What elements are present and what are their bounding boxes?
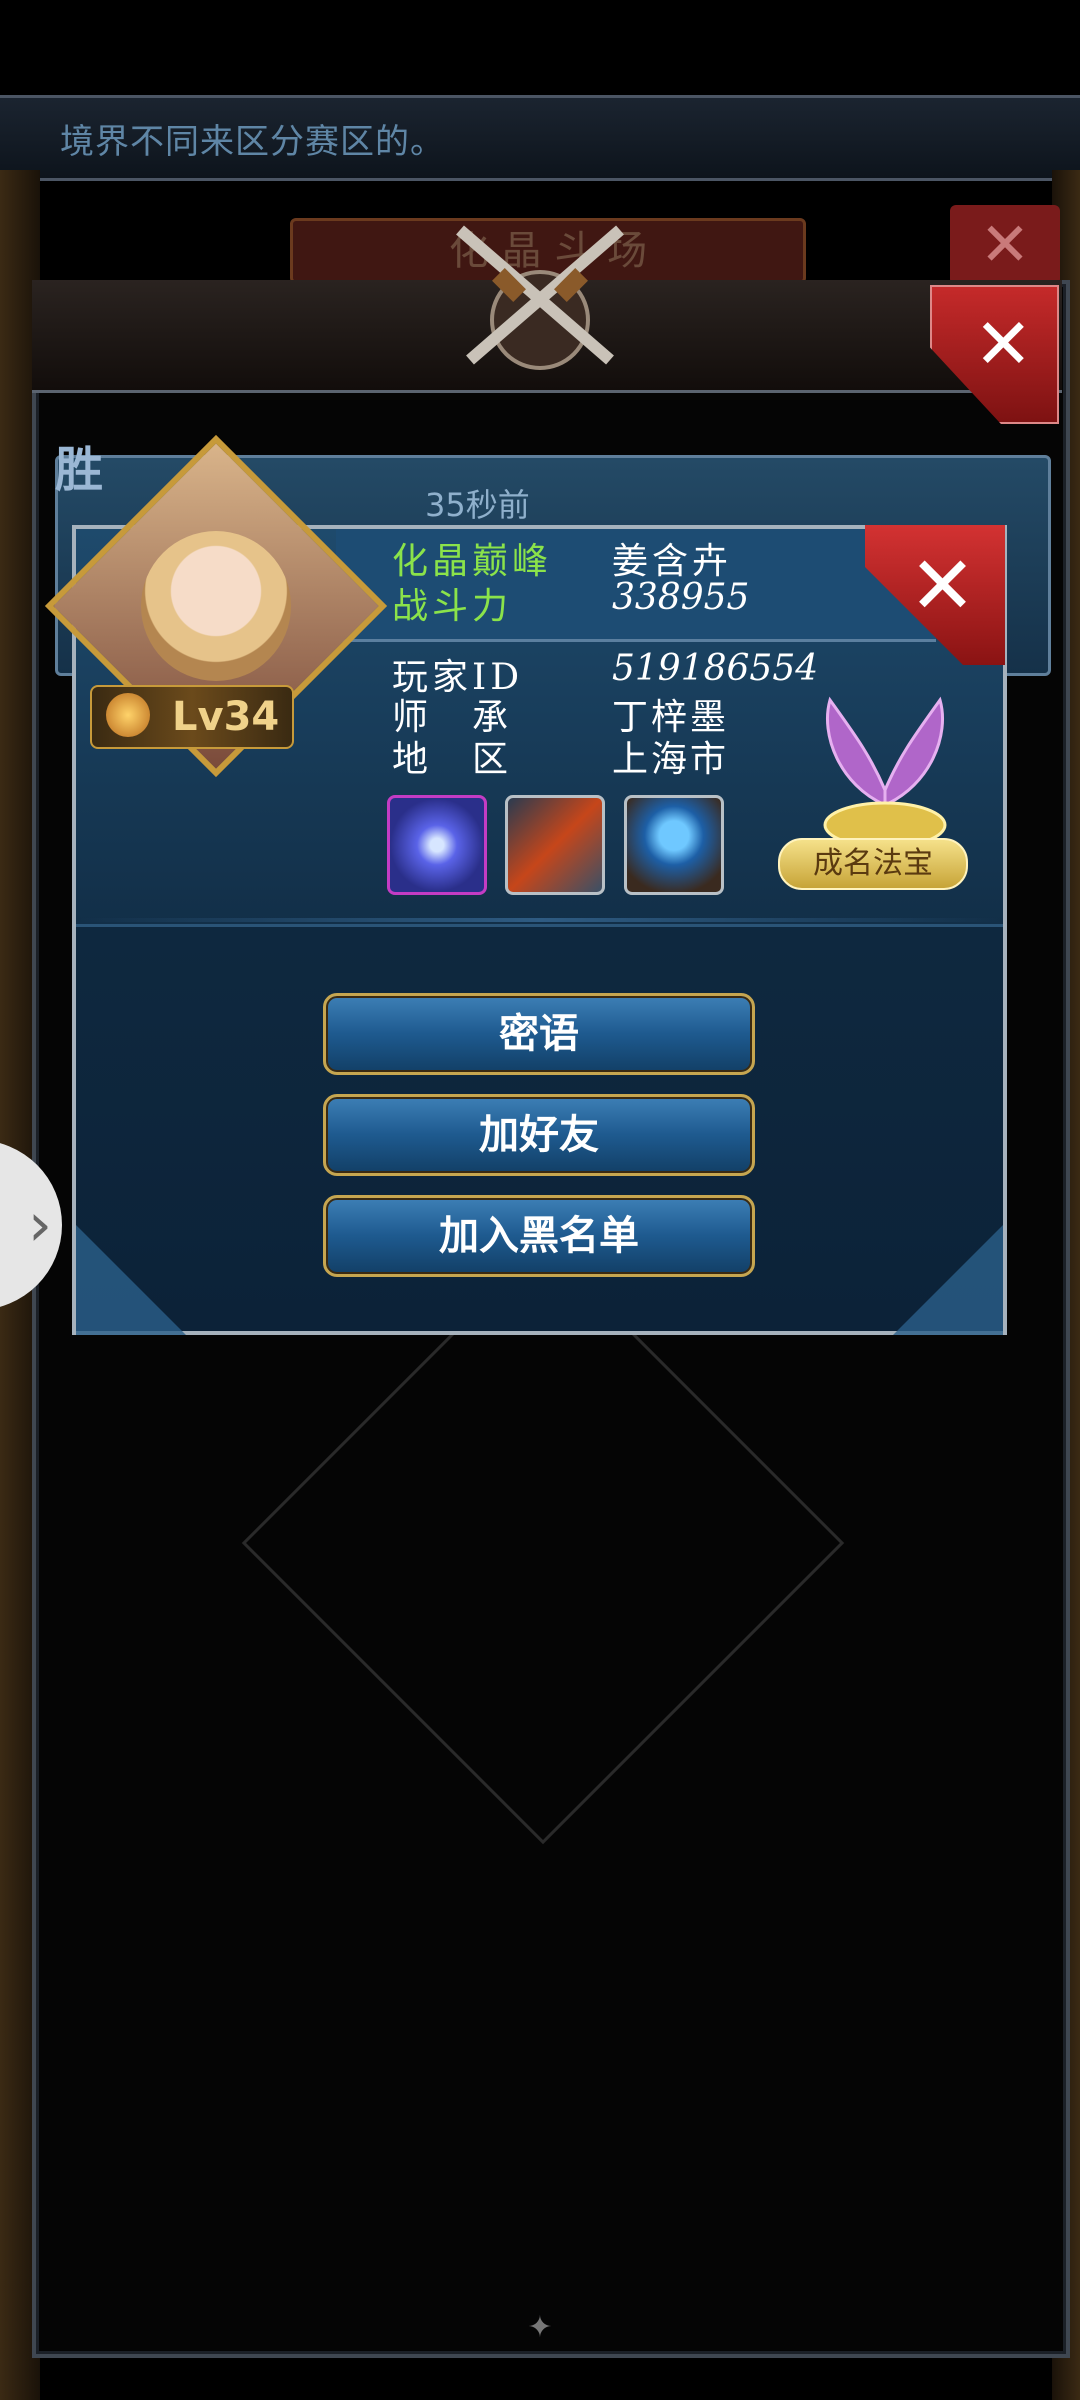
background-close-icon: ✕ (950, 205, 1060, 285)
section-divider (80, 918, 1000, 922)
chevron-right-icon: › (28, 1190, 52, 1260)
player-id-value: 519186554 (612, 648, 819, 689)
close-icon: ✕ (974, 303, 1033, 385)
avatar-portrait (141, 531, 291, 681)
meteor-skill-icon[interactable] (505, 795, 605, 895)
close-icon: ✕ (909, 539, 977, 632)
blacklist-button[interactable]: 加入黑名单 (323, 1195, 755, 1277)
power-value: 338955 (612, 577, 750, 618)
bottom-ornament-icon: ✦ (527, 2310, 553, 2345)
region-value: 上海市 (612, 739, 730, 780)
blue-orb-skill-icon[interactable] (387, 795, 487, 895)
record-time: 35秒前 (425, 486, 530, 524)
treasure-label[interactable]: 成名法宝 (778, 838, 968, 890)
power-label: 战斗力 (392, 586, 513, 627)
notice-banner: 境界不同来区分赛区的。 (0, 95, 1080, 181)
crossed-swords-icon (456, 225, 624, 370)
water-orb-skill-icon[interactable] (624, 795, 724, 895)
level-emblem-icon (106, 693, 150, 737)
region-label: 地 区 (392, 739, 513, 780)
add-friend-button[interactable]: 加好友 (323, 1094, 755, 1176)
win-badge: 胜 (55, 442, 104, 498)
notice-text: 境界不同来区分赛区的。 (60, 122, 445, 162)
whisper-button[interactable]: 密语 (323, 993, 755, 1075)
